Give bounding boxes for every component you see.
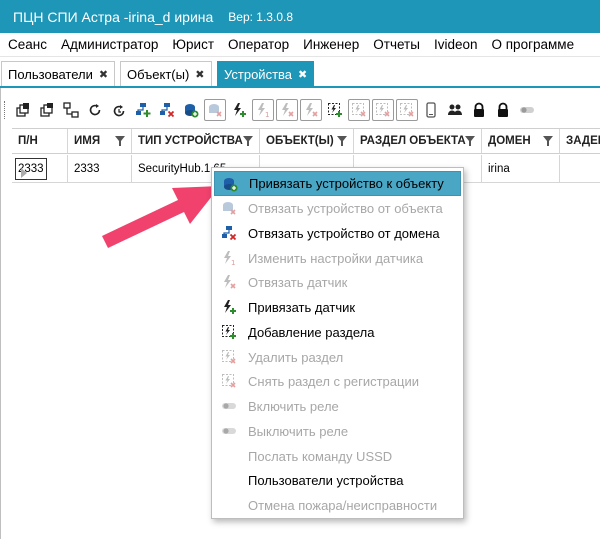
refresh-icon[interactable] — [84, 99, 106, 121]
col-domain[interactable]: ДОМЕН — [482, 129, 560, 153]
section-add-icon — [222, 325, 236, 339]
menu-about[interactable]: О программе — [485, 37, 582, 52]
app-title: ПЦН СПИ Астра -irina_d ирина — [13, 8, 214, 25]
col-name[interactable]: ИМЯ — [68, 129, 132, 153]
menu-item-unregister-section[interactable]: Снять раздел с регистрации — [214, 369, 461, 394]
lock-icon[interactable] — [492, 99, 514, 121]
col-device-type[interactable]: ТИП УСТРОЙСТВА — [132, 129, 260, 153]
tab-objects-label: Объект(ы) — [127, 66, 190, 82]
toolbar: 1 — [4, 95, 600, 124]
menu-engineer[interactable]: Инженер — [296, 37, 366, 52]
sensor-settings-icon[interactable]: 1 — [252, 98, 274, 121]
bind-object-icon[interactable] — [180, 99, 202, 121]
menu-lawyer[interactable]: Юрист — [165, 37, 221, 52]
menu-item-delete-section[interactable]: Удалить раздел — [214, 345, 461, 370]
bind-object-icon — [224, 178, 238, 192]
menu-item-relay-off[interactable]: Выключить реле — [214, 419, 461, 444]
version-label: Вер: 1.3.0.8 — [228, 9, 293, 24]
cell-delay[interactable] — [560, 155, 600, 182]
col-delay[interactable]: ЗАДЕР — [560, 129, 600, 153]
menu-item-device-users[interactable]: Пользователи устройства — [214, 468, 461, 493]
sensor-remove-icon[interactable] — [276, 98, 298, 121]
sensor-remove-icon — [224, 275, 236, 289]
unbind-object-icon — [223, 202, 236, 215]
col-object-section[interactable]: РАЗДЕЛ ОБЪЕКТА — [354, 129, 482, 153]
relay-off-icon — [222, 428, 236, 434]
relay-on-icon — [222, 403, 236, 409]
filter-icon[interactable] — [337, 136, 347, 146]
section-delete-icon — [222, 350, 236, 364]
menu-item-send-ussd[interactable]: Послать команду USSD — [214, 444, 461, 469]
menu-item-unbind-from-object[interactable]: Отвязать устройство от объекта — [214, 196, 461, 221]
cell-domain[interactable]: irina — [482, 155, 560, 182]
menu-item-unbind-sensor[interactable]: Отвязать датчик — [214, 270, 461, 295]
tab-bar: Пользователи ✖ Объект(ы) ✖ Устройства ✖ — [0, 57, 600, 88]
row-expand-icon[interactable] — [21, 168, 27, 178]
menu-item-cancel-fire-fault[interactable]: Отмена пожара/неисправности — [214, 493, 461, 518]
svg-text:1: 1 — [231, 259, 235, 266]
phone-icon[interactable] — [420, 99, 442, 121]
sensor-settings-icon: 1 — [224, 251, 235, 266]
tab-users-label: Пользователи — [8, 66, 93, 82]
tab-devices[interactable]: Устройства ✖ — [217, 61, 315, 86]
sensor-remove-icon[interactable] — [300, 98, 322, 121]
menu-reports[interactable]: Отчеты — [366, 37, 427, 52]
menu-item-bind-to-object[interactable]: Привязать устройство к объекту — [214, 171, 461, 196]
network-icon[interactable] — [60, 99, 82, 121]
grid-header: П/Н ИМЯ ТИП УСТРОЙСТВА ОБЪЕКТ(Ы) РАЗДЕЛ … — [12, 128, 600, 154]
filter-icon[interactable] — [543, 136, 553, 146]
tab-objects[interactable]: Объект(ы) ✖ — [120, 61, 212, 86]
unbind-domain-icon[interactable] — [156, 99, 178, 121]
arrow-icon — [102, 186, 220, 248]
filter-icon[interactable] — [465, 136, 475, 146]
filter-icon[interactable] — [115, 136, 125, 146]
section-unregister-icon — [222, 374, 236, 388]
toggle-icon[interactable] — [516, 99, 538, 121]
menu-session[interactable]: Сеанс — [0, 37, 54, 52]
menu-item-unbind-from-domain[interactable]: Отвязать устройство от домена — [214, 221, 461, 246]
expand-icon[interactable] — [36, 99, 58, 121]
section-delete-icon[interactable] — [348, 98, 370, 121]
menu-ivideon[interactable]: Ivideon — [427, 37, 485, 52]
svg-text:1: 1 — [265, 111, 269, 118]
menu-operator[interactable]: Оператор — [221, 37, 296, 52]
tab-devices-label: Устройства — [224, 66, 293, 82]
close-icon[interactable]: ✖ — [298, 68, 307, 81]
context-menu: Привязать устройство к объекту Отвязать … — [211, 167, 464, 519]
menu-item-add-section[interactable]: Добавление раздела — [214, 320, 461, 345]
unbind-domain-icon — [222, 226, 237, 241]
timer-refresh-icon[interactable] — [108, 99, 130, 121]
section-unregister-icon[interactable] — [372, 98, 394, 121]
filter-icon[interactable] — [243, 136, 253, 146]
collapse-icon[interactable] — [12, 99, 34, 121]
lock-icon[interactable] — [468, 99, 490, 121]
menu-item-relay-on[interactable]: Включить реле — [214, 394, 461, 419]
menu-bar: Сеанс Администратор Юрист Оператор Инжен… — [0, 33, 600, 57]
col-objects[interactable]: ОБЪЕКТ(Ы) — [260, 129, 354, 153]
col-pn[interactable]: П/Н — [12, 129, 68, 153]
sensor-add-icon[interactable] — [228, 99, 250, 121]
section-add-icon[interactable] — [324, 99, 346, 121]
unbind-object-icon[interactable] — [204, 98, 226, 121]
menu-administrator[interactable]: Администратор — [54, 37, 165, 52]
users-icon[interactable] — [444, 99, 466, 121]
tab-users[interactable]: Пользователи ✖ — [1, 61, 116, 86]
bind-domain-icon[interactable] — [132, 99, 154, 121]
section-disabled-icon[interactable] — [396, 98, 418, 121]
close-icon[interactable]: ✖ — [195, 68, 204, 81]
title-bar: ПЦН СПИ Астра -irina_d ирина Вер: 1.3.0.… — [0, 0, 600, 33]
close-icon[interactable]: ✖ — [99, 68, 108, 81]
menu-item-change-sensor-settings[interactable]: 1 Изменить настройки датчика — [214, 246, 461, 271]
toolbar-grip — [4, 100, 8, 119]
sensor-add-icon — [224, 300, 236, 314]
menu-item-bind-sensor[interactable]: Привязать датчик — [214, 295, 461, 320]
